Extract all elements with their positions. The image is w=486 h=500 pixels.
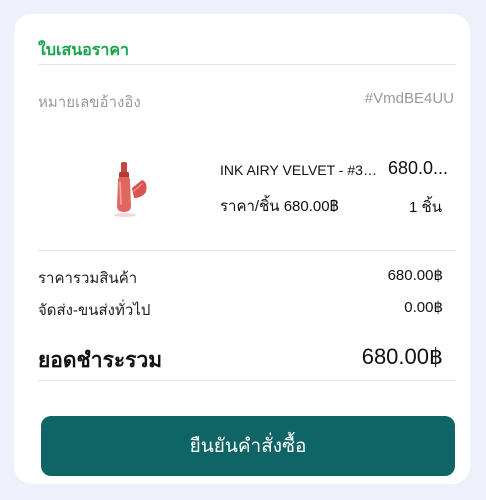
grand-total-label: ยอดชำระรวม [38,349,163,372]
subtotal-label: ราคารวมสินค้า [38,270,138,287]
reference-label: หมายเลขอ้างอิง [38,94,141,111]
subtotal-value: 680.00฿ [387,267,443,284]
product-line-total: 680.0... [388,158,449,178]
quantity: 1 ชิ้น [409,199,442,216]
divider [38,380,456,381]
quotation-card: ใบเสนอราคา หมายเลขอ้างอิง #VmdBE4UU INK … [14,14,470,484]
product-image [112,158,156,228]
unit-price: ราคา/ชิ้น 680.00฿ [220,198,339,215]
shipping-value: 0.00฿ [404,299,443,316]
divider [38,64,456,65]
quotation-title: ใบเสนอราคา [38,42,130,59]
grand-total-value: 680.00฿ [361,344,443,369]
product-name: INK AIRY VELVET - #3 ... [220,162,378,178]
confirm-order-button[interactable]: ยืนยันคำสั่งซื้อ [41,416,455,476]
lip-tint-bottle-icon [114,162,147,217]
shipping-label: จัดส่ง-ขนส่งทั่วไป [38,302,151,319]
reference-number: #VmdBE4UU [364,90,454,107]
divider [38,250,456,251]
